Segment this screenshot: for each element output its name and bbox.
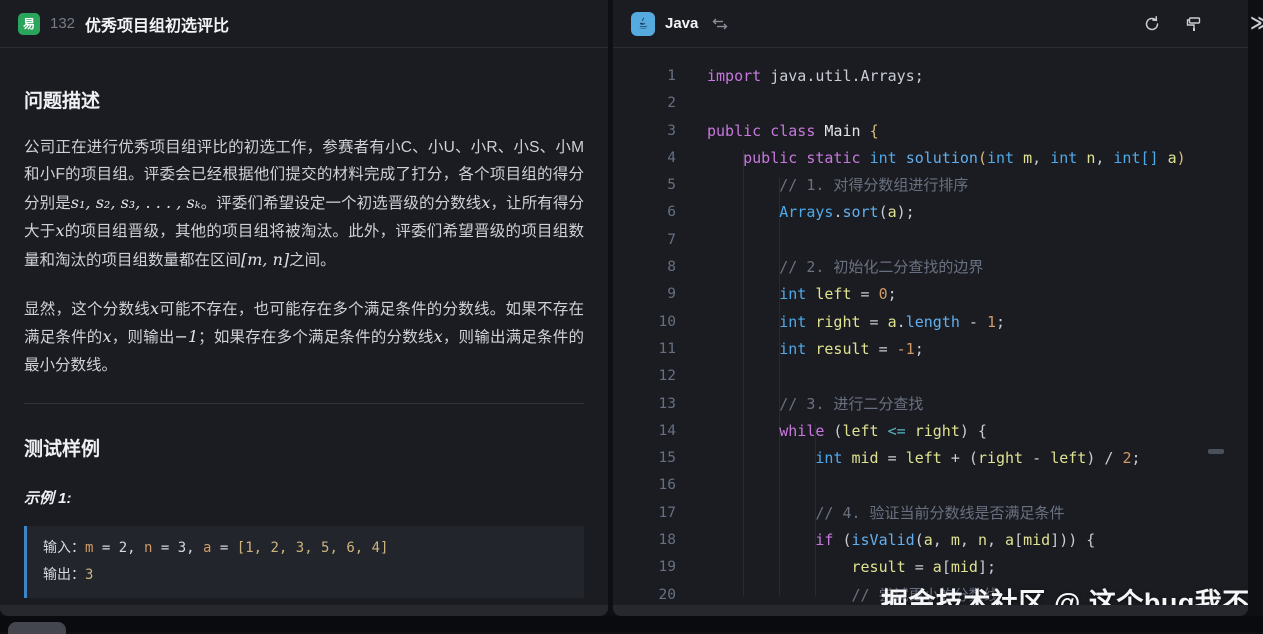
code-line[interactable]: 1import java.util.Arrays;	[613, 63, 1248, 90]
code-line[interactable]: 5 // 1. 对得分数组进行排序	[613, 172, 1248, 199]
line-number: 6	[613, 199, 676, 226]
section-divider	[24, 403, 584, 404]
code-line[interactable]: 16	[613, 472, 1248, 499]
code-line[interactable]: 11 int result = -1;	[613, 336, 1248, 363]
line-number: 9	[613, 281, 676, 308]
bottom-tab[interactable]	[8, 622, 66, 634]
line-number: 3	[613, 118, 676, 145]
problem-number: 132	[50, 15, 75, 32]
watermark: 掘金技术社区 @ 这个bug我不会	[881, 581, 1248, 605]
line-number: 8	[613, 254, 676, 281]
code-line[interactable]: 7	[613, 227, 1248, 254]
overview-ruler-mark	[1208, 449, 1224, 454]
difficulty-badge: 易	[18, 13, 40, 35]
line-number: 4	[613, 145, 676, 172]
line-number: 16	[613, 472, 676, 499]
editor-header: Java	[613, 0, 1248, 48]
problem-header: 易 132 优秀项目组初选评比	[0, 0, 608, 48]
description-paragraph: 显然，这个分数线x可能不存在，也可能存在多个满足条件的分数线。如果不存在满足条件…	[24, 295, 584, 379]
line-number: 7	[613, 227, 676, 254]
collapse-icon[interactable]: ≫	[1250, 12, 1263, 35]
right-panel-bottom-edge	[613, 605, 1248, 616]
left-panel-bottom-edge	[0, 605, 608, 616]
code-editor[interactable]: 1import java.util.Arrays;23public class …	[613, 49, 1248, 605]
line-number: 11	[613, 336, 676, 363]
line-number: 17	[613, 500, 676, 527]
code-line[interactable]: 4 public static int solution(int m, int …	[613, 145, 1248, 172]
code-line[interactable]: 17 // 4. 验证当前分数线是否满足条件	[613, 500, 1248, 527]
line-number: 18	[613, 527, 676, 554]
description-heading: 问题描述	[24, 86, 584, 113]
line-number: 2	[613, 90, 676, 117]
example-1-label: 示例 1:	[24, 487, 584, 508]
code-line[interactable]: 19 result = a[mid];	[613, 554, 1248, 581]
line-number: 15	[613, 445, 676, 472]
code-line[interactable]: 12	[613, 363, 1248, 390]
code-line[interactable]: 9 int left = 0;	[613, 281, 1248, 308]
code-line[interactable]: 3public class Main {	[613, 118, 1248, 145]
line-number: 10	[613, 309, 676, 336]
language-label: Java	[665, 15, 698, 32]
code-line[interactable]: 10 int right = a.length - 1;	[613, 309, 1248, 336]
refresh-button[interactable]	[1142, 14, 1162, 34]
format-button[interactable]	[1184, 14, 1204, 34]
example-1-code: 输入：m = 2, n = 3, a = [1, 2, 3, 5, 6, 4]输…	[24, 526, 584, 598]
code-editor-panel: Java	[613, 0, 1248, 605]
line-number: 14	[613, 418, 676, 445]
code-line[interactable]: 15 int mid = left + (right - left) / 2;	[613, 445, 1248, 472]
language-selector[interactable]: Java	[631, 12, 728, 36]
code-line[interactable]: 6 Arrays.sort(a);	[613, 199, 1248, 226]
line-number: 5	[613, 172, 676, 199]
line-number: 20	[613, 582, 676, 605]
line-number: 12	[613, 363, 676, 390]
description-paragraph: 公司正在进行优秀项目组评比的初选工作，参赛者有小C、小U、小R、小S、小M和小F…	[24, 134, 584, 274]
problem-panel: 易 132 优秀项目组初选评比 问题描述 公司正在进行优秀项目组评比的初选工作，…	[0, 0, 608, 605]
problem-title: 优秀项目组初选评比	[85, 12, 229, 36]
line-number: 13	[613, 391, 676, 418]
code-line[interactable]: 8 // 2. 初始化二分查找的边界	[613, 254, 1248, 281]
code-line[interactable]: 18 if (isValid(a, m, n, a[mid])) {	[613, 527, 1248, 554]
window-bottom-area	[0, 616, 1263, 632]
code-line[interactable]: 2	[613, 90, 1248, 117]
code-line[interactable]: 13 // 3. 进行二分查找	[613, 391, 1248, 418]
line-number: 19	[613, 554, 676, 581]
code-line[interactable]: 14 while (left <= right) {	[613, 418, 1248, 445]
java-icon	[631, 12, 655, 36]
examples-heading: 测试样例	[24, 434, 584, 461]
swap-icon[interactable]	[712, 17, 728, 31]
line-number: 1	[613, 63, 676, 90]
